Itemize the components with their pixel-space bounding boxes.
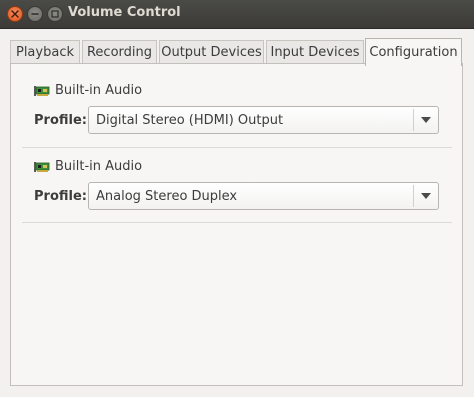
tab-input-devices[interactable]: Input Devices bbox=[266, 40, 364, 64]
maximize-icon bbox=[51, 10, 59, 18]
card-divider bbox=[22, 147, 452, 148]
sound-card-icon bbox=[34, 161, 50, 172]
chevron-down-icon bbox=[421, 193, 431, 199]
profile-value: Digital Stereo (HDMI) Output bbox=[96, 112, 284, 128]
chevron-down-icon bbox=[421, 117, 431, 123]
tab-recording[interactable]: Recording bbox=[82, 40, 157, 64]
title-bar: Volume Control bbox=[0, 0, 474, 29]
profile-dropdown[interactable]: Analog Stereo Duplex bbox=[88, 182, 439, 210]
card-header: Built-in Audio bbox=[34, 83, 142, 98]
dropdown-arrow[interactable] bbox=[414, 183, 438, 209]
card-divider bbox=[22, 222, 452, 223]
tab-bar: Playback Recording Output Devices Input … bbox=[10, 38, 464, 66]
volume-control-window: Volume Control Playback Recording Output… bbox=[0, 0, 474, 397]
profile-label: Profile: bbox=[34, 189, 87, 204]
close-button[interactable] bbox=[7, 6, 23, 22]
tab-output-devices[interactable]: Output Devices bbox=[159, 40, 264, 64]
card-name: Built-in Audio bbox=[55, 159, 143, 174]
minimize-button[interactable] bbox=[27, 6, 43, 22]
minimize-icon bbox=[31, 13, 39, 15]
profile-dropdown[interactable]: Digital Stereo (HDMI) Output bbox=[88, 106, 439, 134]
card-name: Built-in Audio bbox=[55, 83, 143, 98]
window-title: Volume Control bbox=[68, 5, 181, 20]
close-icon bbox=[11, 10, 19, 18]
sound-card-icon bbox=[34, 85, 50, 96]
card-header: Built-in Audio bbox=[34, 159, 142, 174]
profile-value: Analog Stereo Duplex bbox=[96, 188, 238, 204]
profile-label: Profile: bbox=[34, 113, 87, 128]
tab-configuration[interactable]: Configuration bbox=[365, 38, 462, 66]
maximize-button[interactable] bbox=[47, 6, 63, 22]
tab-playback[interactable]: Playback bbox=[10, 40, 80, 64]
dropdown-arrow[interactable] bbox=[414, 107, 438, 133]
